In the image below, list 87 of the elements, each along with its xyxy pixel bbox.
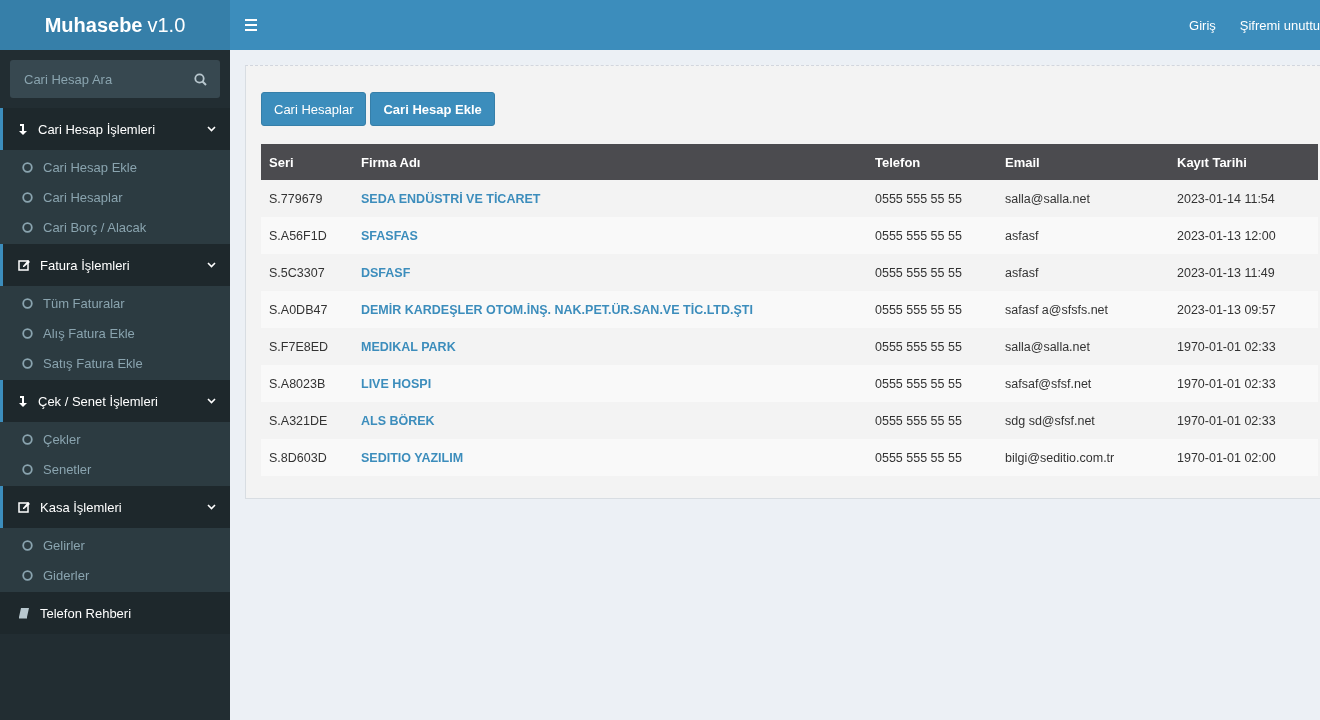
menu-item[interactable]: Satış Fatura Ekle: [0, 348, 230, 378]
table-cell: safasf a@sfsfs.net: [997, 291, 1169, 328]
table-cell: 1970-01-01 02:00: [1169, 439, 1318, 476]
menu-group[interactable]: Fatura İşlemleri: [0, 244, 230, 286]
menu-icon[interactable]: [244, 19, 258, 31]
table-cell: salla@salla.net: [997, 180, 1169, 217]
circle-icon: [22, 433, 33, 445]
circle-icon: [22, 161, 33, 173]
menu-item[interactable]: Cari Hesaplar: [0, 182, 230, 212]
nav-button[interactable]: Cari Hesap Ekle: [370, 92, 495, 126]
edit-icon: [18, 259, 30, 271]
table-cell: 2023-01-13 12:00: [1169, 217, 1318, 254]
book-icon: [18, 607, 30, 619]
column-header: Seri: [261, 144, 353, 180]
table-cell: 0555 555 55 55: [867, 402, 997, 439]
chevron-icon: [207, 126, 216, 132]
company-link[interactable]: SFASFAS: [361, 228, 418, 243]
circle-icon: [22, 221, 33, 233]
table-cell: S.A0DB47: [261, 291, 353, 328]
company-link[interactable]: MEDIKAL PARK: [361, 339, 456, 354]
circle-icon: [22, 297, 33, 309]
column-header: Email: [997, 144, 1169, 180]
table-cell: 0555 555 55 55: [867, 365, 997, 402]
app-title: Muhasebe v1.0: [0, 0, 230, 50]
chevron-icon: [207, 262, 216, 268]
table-cell: 1970-01-01 02:33: [1169, 365, 1318, 402]
menu-item[interactable]: Çekler: [0, 424, 230, 454]
table-cell: asfasf: [997, 254, 1169, 291]
company-link[interactable]: DEMİR KARDEŞLER OTOM.İNŞ. NAK.PET.ÜR.SAN.VE TİC.LTD.ŞTI: [361, 302, 753, 317]
table-cell: salla@salla.net: [997, 328, 1169, 365]
menu-item[interactable]: Giderler: [0, 560, 230, 590]
search-icon[interactable]: [194, 73, 207, 86]
menu-item[interactable]: Senetler: [0, 454, 230, 484]
arrow-down-icon: [18, 123, 28, 135]
table-cell: S.5C3307: [261, 254, 353, 291]
header-link[interactable]: Giriş: [1189, 17, 1216, 33]
table-cell: S.A321DE: [261, 402, 353, 439]
search-field[interactable]: Cari Hesap Ara: [10, 60, 220, 98]
company-link[interactable]: ALS BÖREK: [361, 413, 435, 428]
table-cell: S.A8023B: [261, 365, 353, 402]
column-header: Firma Adı: [353, 144, 867, 180]
menu-item[interactable]: Cari Borç / Alacak: [0, 212, 230, 242]
header-link[interactable]: Şifremi unuttu: [1239, 17, 1320, 33]
table-cell: safsaf@sfsf.net: [997, 365, 1169, 402]
table-cell: bilgi@seditio.com.tr: [997, 439, 1169, 476]
table-cell: S.779679: [261, 180, 353, 217]
company-link[interactable]: LIVE HOSPI: [361, 376, 432, 391]
circle-icon: [22, 357, 33, 369]
company-link[interactable]: SEDITIO YAZILIM: [361, 450, 464, 465]
nav-button[interactable]: Cari Hesaplar: [261, 92, 367, 126]
circle-icon: [22, 539, 33, 551]
table-cell: S.8D603D: [261, 439, 353, 476]
company-link[interactable]: SEDA ENDÜSTRİ VE TİCARET: [361, 191, 541, 206]
table-cell: 2023-01-13 09:57: [1169, 291, 1318, 328]
menu-item[interactable]: Cari Hesap Ekle: [0, 152, 230, 182]
table-cell: 0555 555 55 55: [867, 291, 997, 328]
chevron-icon: [207, 398, 216, 404]
circle-icon: [22, 327, 33, 339]
table-cell: 2023-01-14 11:54: [1169, 180, 1318, 217]
table-cell: 1970-01-01 02:33: [1169, 328, 1318, 365]
table-cell: 0555 555 55 55: [867, 328, 997, 365]
menu-group[interactable]: Çek / Senet İşlemleri: [0, 380, 230, 422]
table-cell: sdg sd@sfsf.net: [997, 402, 1169, 439]
column-header: Kayıt Tarihi: [1169, 144, 1318, 180]
table-cell: asfasf: [997, 217, 1169, 254]
table-cell: 0555 555 55 55: [867, 217, 997, 254]
table-cell: S.A56F1D: [261, 217, 353, 254]
company-link[interactable]: DSFASF: [361, 265, 411, 280]
table-cell: 0555 555 55 55: [867, 439, 997, 476]
table-cell: S.F7E8ED: [261, 328, 353, 365]
menu-item[interactable]: Tüm Faturalar: [0, 288, 230, 318]
menu-group[interactable]: Kasa İşlemleri: [0, 486, 230, 528]
table-cell: 0555 555 55 55: [867, 254, 997, 291]
menu-group[interactable]: Cari Hesap İşlemleri: [0, 108, 230, 150]
menu-item[interactable]: Gelirler: [0, 530, 230, 560]
arrow-down-icon: [18, 395, 28, 407]
circle-icon: [22, 569, 33, 581]
circle-icon: [22, 463, 33, 475]
circle-icon: [22, 191, 33, 203]
menu-group[interactable]: Telefon Rehberi: [0, 592, 230, 634]
column-header: Telefon: [867, 144, 997, 180]
edit-icon: [18, 501, 30, 513]
menu-item[interactable]: Alış Fatura Ekle: [0, 318, 230, 348]
table-cell: 1970-01-01 02:33: [1169, 402, 1318, 439]
table-cell: 2023-01-13 11:49: [1169, 254, 1318, 291]
table-cell: 0555 555 55 55: [867, 180, 997, 217]
chevron-icon: [207, 504, 216, 510]
